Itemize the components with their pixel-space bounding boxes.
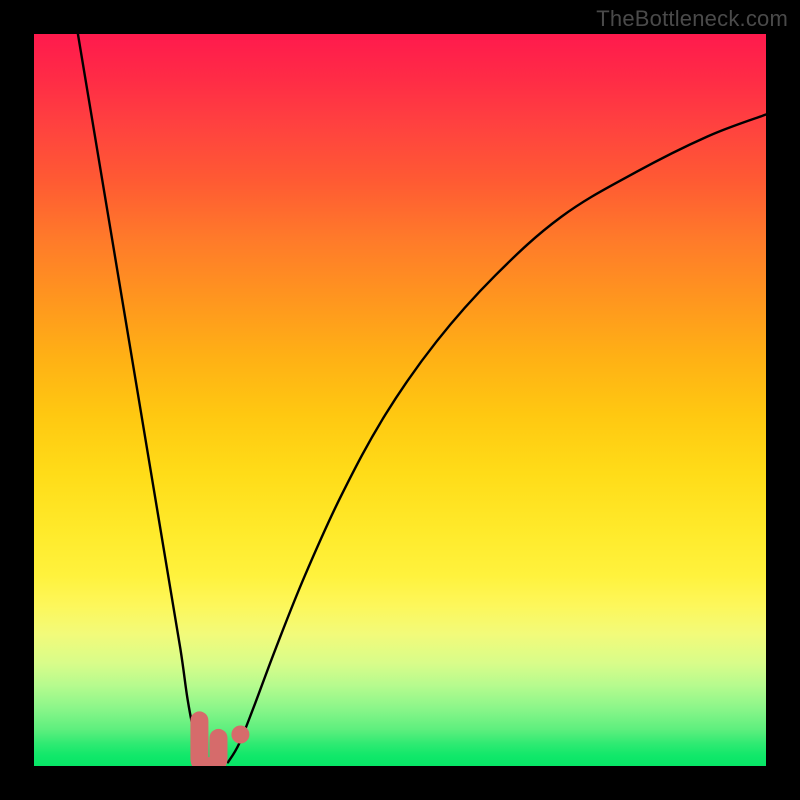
chart-frame: TheBottleneck.com (0, 0, 800, 800)
min-marker-dot (231, 726, 249, 744)
watermark-text: TheBottleneck.com (596, 6, 788, 32)
curve-right-branch (228, 115, 766, 763)
plot-area (34, 34, 766, 766)
curve-left-branch (78, 34, 208, 762)
curve-overlay (34, 34, 766, 766)
min-marker-u (199, 720, 218, 766)
